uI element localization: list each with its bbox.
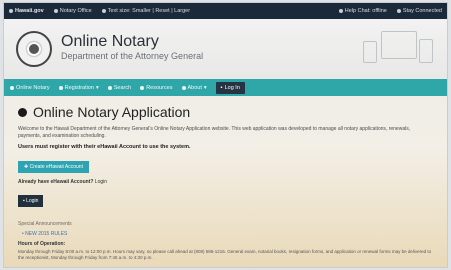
stay-connected-label: Stay Connected <box>402 8 442 14</box>
home-icon <box>10 85 14 90</box>
stay-connected-link[interactable]: Stay Connected <box>396 8 442 14</box>
hawaii-gov-label: Hawaii.gov <box>15 8 44 14</box>
connect-icon <box>396 9 401 13</box>
page-title: Online Notary Application <box>33 104 191 120</box>
book-icon <box>140 85 145 90</box>
notary-office-label: Notary Office <box>59 8 92 14</box>
nav-resources[interactable]: Resources <box>140 85 173 91</box>
devices-icon <box>363 31 433 71</box>
page-heading: Online Notary Application <box>18 104 433 120</box>
hours-text: Monday through Friday 8:00 a.m. to 12:00… <box>18 249 432 260</box>
login-link[interactable]: Login <box>95 179 107 185</box>
intro-text: Welcome to the Hawaii Department of the … <box>18 126 411 139</box>
help-chat-link[interactable]: Help Chat: offline <box>338 8 387 14</box>
info-icon <box>181 85 186 90</box>
hawaii-gov-link[interactable]: Hawaii.gov <box>9 8 44 14</box>
site-header: Online Notary Department of the Attorney… <box>4 19 447 79</box>
nav-login-button[interactable]: ▪ Log In <box>215 81 245 94</box>
site-title: Online Notary <box>61 33 159 50</box>
special-announcements-heading: Special Announcements <box>18 221 72 227</box>
notary-office-link[interactable]: Notary Office <box>53 8 92 14</box>
already-have-account: Already have eHawaii Account? Login <box>18 179 108 185</box>
main-nav: Online Notary Registration ▾ Search Reso… <box>4 79 447 96</box>
site-subtitle: Department of the Attorney General <box>61 51 204 61</box>
nav-online-notary[interactable]: Online Notary <box>10 85 50 91</box>
lock-icon: ▪ <box>220 84 223 91</box>
hours-heading: Hours of Operation: <box>18 241 66 247</box>
top-bar: Hawaii.gov Notary Office Text size: Smal… <box>4 3 447 19</box>
browser-page: Hawaii.gov Notary Office Text size: Smal… <box>3 2 448 268</box>
search-icon <box>107 85 112 90</box>
text-size-controls[interactable]: Text size: Smaller | Reset | Larger <box>101 8 191 14</box>
home-icon <box>53 9 58 13</box>
text-size-icon <box>101 9 106 13</box>
create-ehawaii-account-button[interactable]: ✚ Create eHawaii Account <box>18 161 89 173</box>
nav-search[interactable]: Search <box>107 85 131 91</box>
announcement-link[interactable]: • NEW 2015 RULES <box>18 231 433 237</box>
heading-bullet-icon <box>18 107 27 117</box>
pencil-icon <box>58 85 63 90</box>
globe-icon <box>9 9 13 13</box>
state-seal-icon <box>16 31 52 67</box>
chevron-down-icon: ▾ <box>203 84 207 91</box>
register-notice: Users must register with their eHawaii A… <box>18 144 191 150</box>
text-size-label: Text size: Smaller | Reset | Larger <box>107 8 191 14</box>
chat-icon <box>338 9 343 13</box>
nav-about[interactable]: About ▾ <box>181 84 207 91</box>
login-button[interactable]: ▪ Login <box>18 195 44 207</box>
main-content: Online Notary Application Welcome to the… <box>4 96 447 267</box>
nav-registration[interactable]: Registration ▾ <box>58 84 99 91</box>
help-chat-label: Help Chat: offline <box>344 8 387 14</box>
chevron-down-icon: ▾ <box>96 84 99 91</box>
